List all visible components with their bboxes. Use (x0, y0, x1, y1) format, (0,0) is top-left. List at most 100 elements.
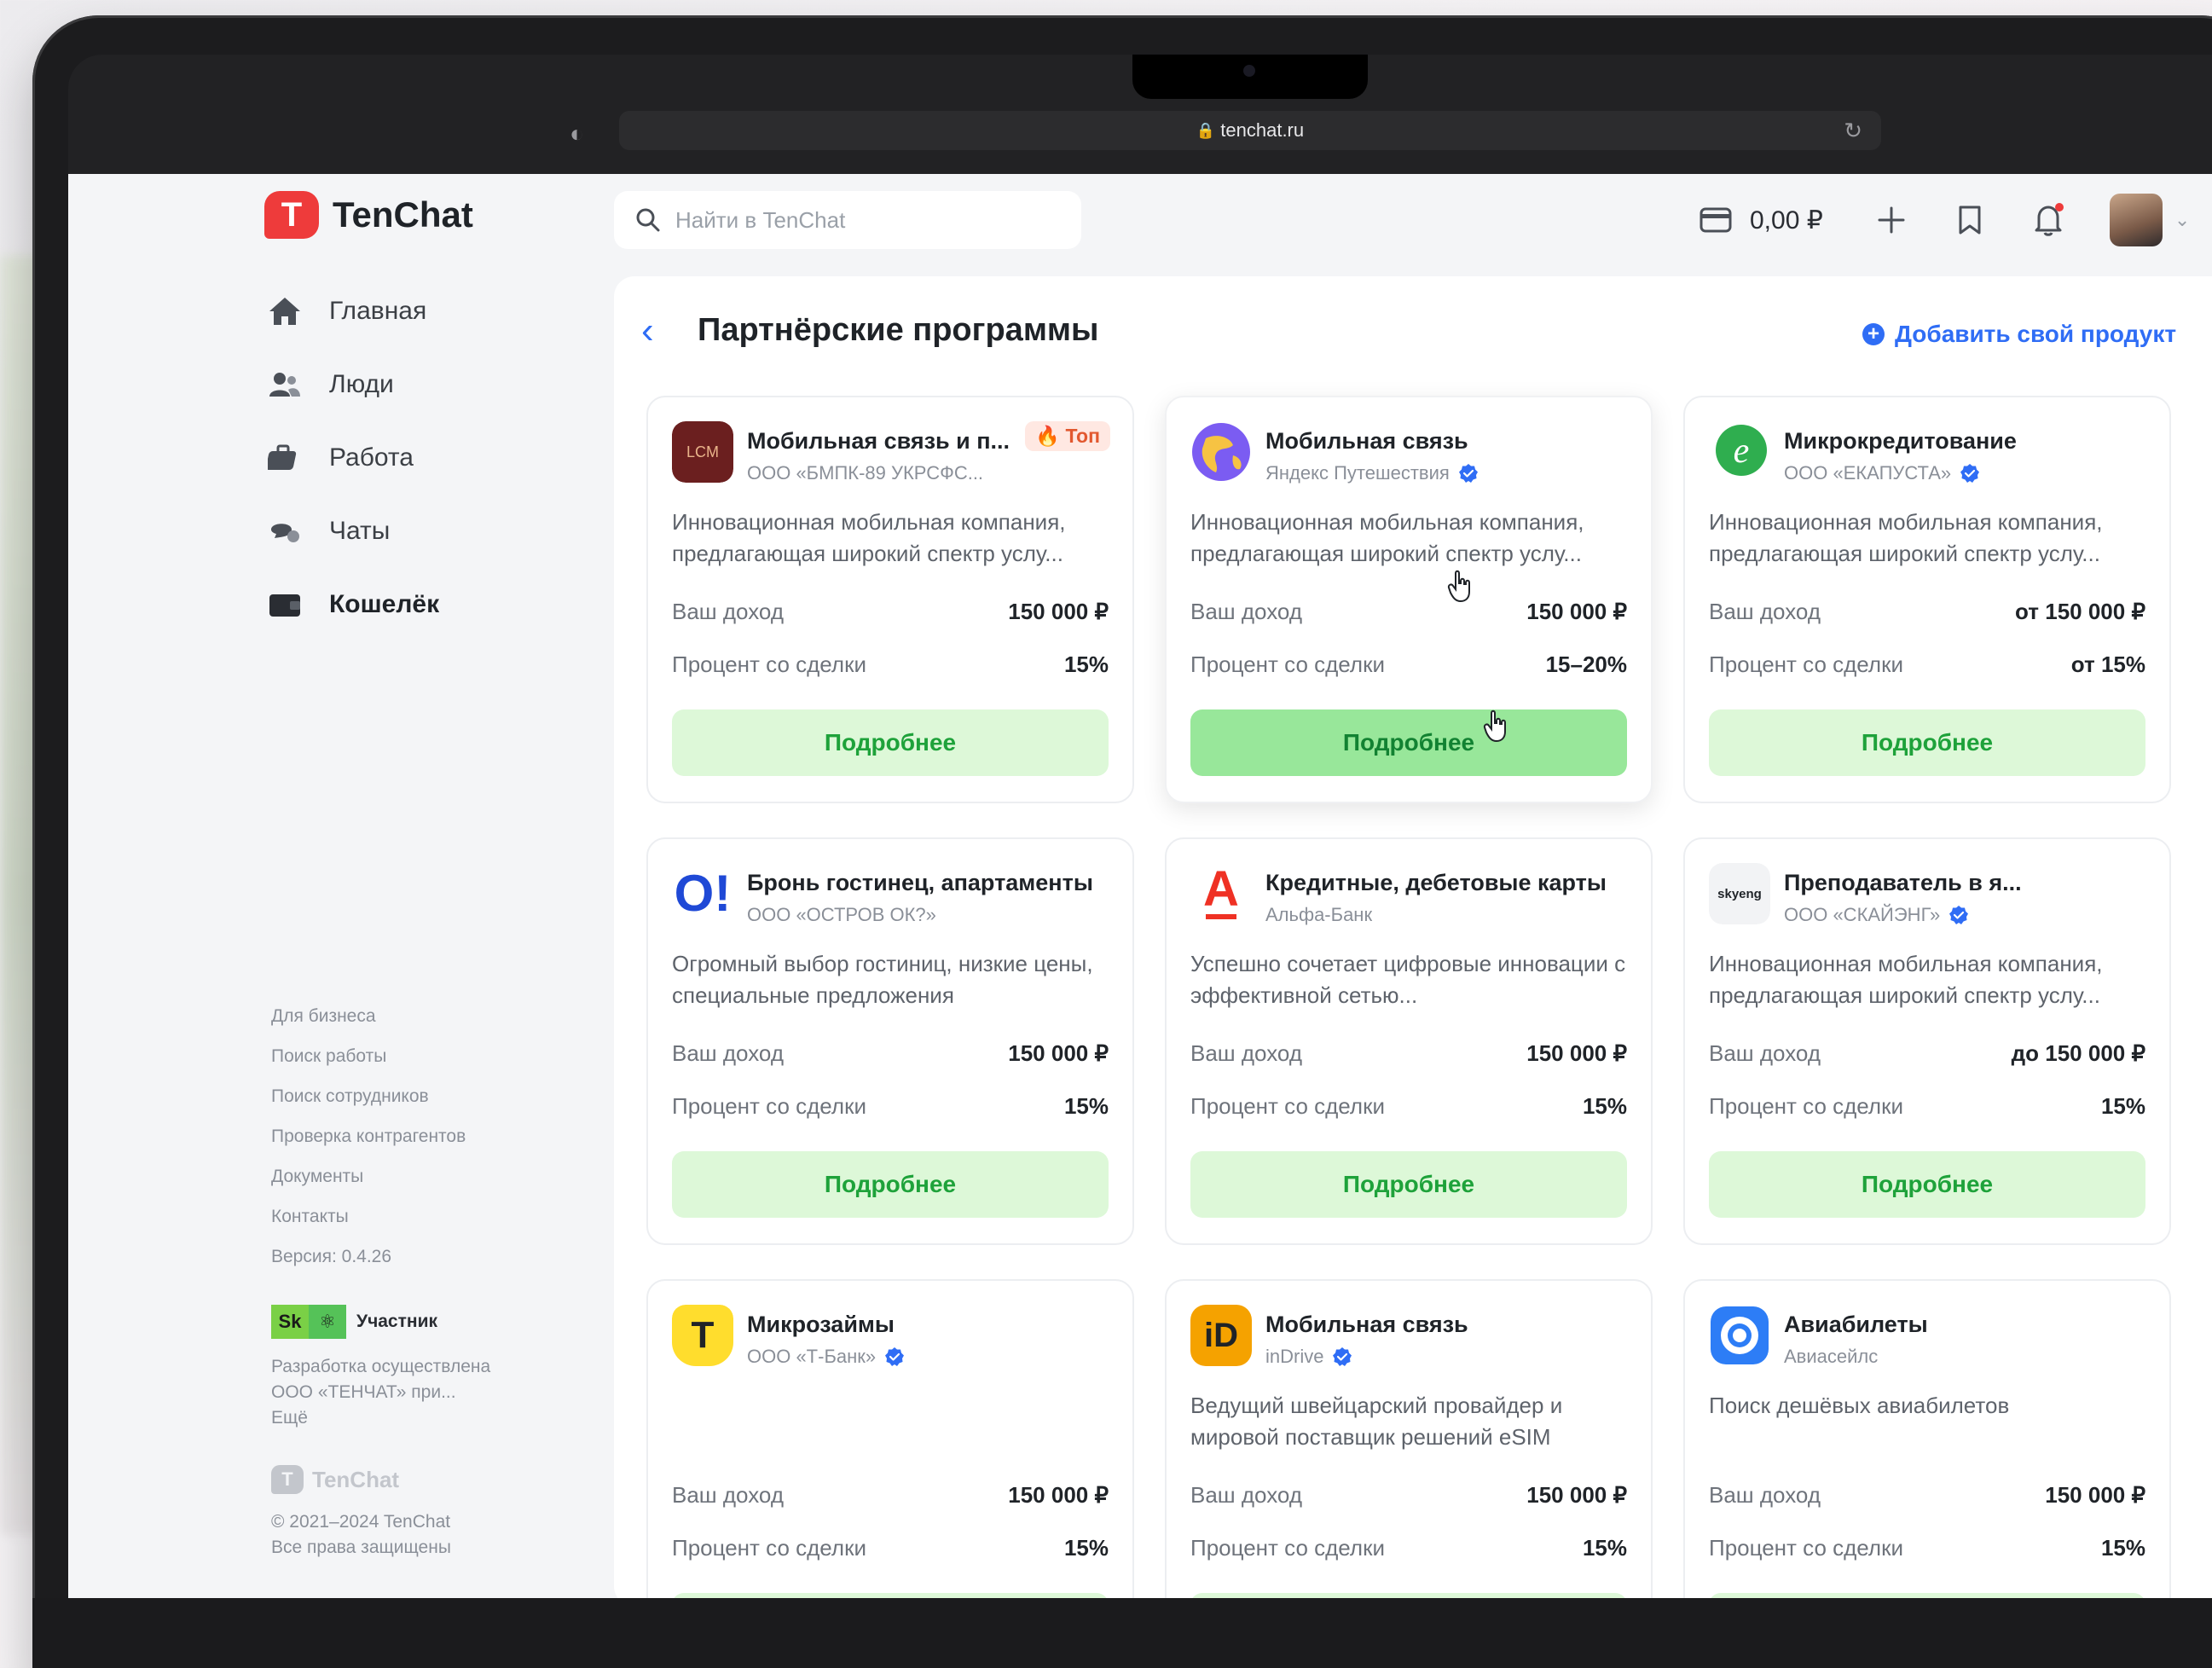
lock-icon: 🔒 (1196, 121, 1216, 139)
partner-card-title: Мобильная связь (1265, 1312, 1468, 1337)
work-icon (264, 437, 305, 478)
partner-logo (1190, 421, 1252, 483)
logo-mark: T (264, 191, 319, 239)
bookmark-icon[interactable] (1953, 203, 1987, 237)
footer-link-contacts[interactable]: Контакты (271, 1196, 466, 1237)
partner-card-title: Преподаватель в я... (1784, 870, 2022, 895)
top-badge: 🔥 Топ (1025, 421, 1110, 451)
partner-card[interactable]: Мобильная связь Яндекс Путешествия Инновац… (1165, 396, 1653, 803)
partner-description: Инновационная мобильная компания, предла… (1709, 509, 2103, 566)
tenchat-logo[interactable]: T TenChat (264, 191, 473, 239)
bell-icon[interactable] (2031, 203, 2065, 237)
sidebar-item-home[interactable]: Главная (264, 275, 439, 348)
footer-logo-text: TenChat (312, 1466, 400, 1492)
partner-card[interactable]: O! Бронь гостинец, апартаменты ООО «ОСТРОВ… (646, 837, 1134, 1245)
details-button[interactable]: Подробнее (1190, 1151, 1627, 1218)
partner-company-name: ООО «ОСТРОВ ОК?» (747, 904, 936, 925)
verified-icon (885, 1347, 905, 1366)
percent-label: Процент со сделки (1190, 652, 1385, 677)
partner-card-title: Мобильная связь и п... (747, 428, 1010, 454)
footer-link-staff-search[interactable]: Поиск сотрудников (271, 1076, 466, 1116)
skolkovo-badge: Sk ⚛ Участник (271, 1305, 437, 1339)
details-button[interactable]: Подробнее (672, 709, 1109, 776)
sidebar-item-work[interactable]: Работа (264, 421, 439, 495)
people-icon (264, 364, 305, 405)
sidebar-item-chats[interactable]: Чаты (264, 495, 439, 568)
details-button[interactable]: Подробнее (1709, 1151, 2145, 1218)
hand-cursor-icon (1447, 570, 1470, 603)
partner-company: Альфа-Банк (1265, 904, 1372, 926)
back-arrow-icon[interactable]: ‹ (641, 311, 675, 349)
partner-card-title: Кредитные, дебетовые карты (1265, 870, 1607, 895)
partner-card[interactable]: T Микрозаймы ООО «Т-Банк» Ваш доход 150 000 … (646, 1279, 1134, 1598)
partner-company-name: ООО «БМПК-89 УКРСФС... (747, 462, 984, 484)
logo-text: TenChat (333, 194, 473, 235)
percent-value: 15% (2100, 1093, 2145, 1119)
partner-company-name: inDrive (1265, 1346, 1324, 1367)
percent-row: Процент со сделки 15% (1709, 1093, 2145, 1120)
main-panel: ‹ Партнёрские программы + Добавить свой … (614, 276, 2212, 1598)
add-product-label: Добавить свой продукт (1895, 321, 2177, 347)
search-input[interactable] (675, 206, 1051, 234)
partner-company-name: Яндекс Путешествия (1265, 462, 1450, 484)
avatar[interactable] (2109, 194, 2163, 246)
sk-logo: Sk (271, 1305, 309, 1339)
sidebar-item-wallet[interactable]: Кошелёк (264, 568, 439, 641)
add-product-button[interactable]: + Добавить свой продукт (1862, 321, 2176, 348)
address-bar[interactable]: 🔒 tenchat.ru ↻ (619, 111, 1881, 150)
verified-icon (1949, 906, 1969, 924)
partner-company: Яндекс Путешествия (1265, 462, 1479, 484)
partner-card[interactable]: skyeng Преподаватель в я... ООО «СКАЙЭНГ» И… (1683, 837, 2171, 1245)
footer-link-documents[interactable]: Документы (271, 1156, 466, 1196)
camera-notch (1132, 55, 1368, 99)
income-value: 150 000 ₽ (1008, 599, 1109, 624)
url-text: tenchat.ru (1220, 119, 1305, 141)
partner-card[interactable]: A Кредитные, дебетовые карты Альфа-Банк Усп… (1165, 837, 1653, 1245)
plus-circle-icon: + (1862, 323, 1885, 345)
partner-card[interactable]: iD Мобильная связь inDrive Ведущий швейцарс… (1165, 1279, 1653, 1598)
partner-card-title: Микрозаймы (747, 1312, 895, 1337)
partner-card[interactable]: LCM Мобильная связь и п... ООО «БМПК-89 УК… (646, 396, 1134, 803)
income-label: Ваш доход (1709, 1482, 1821, 1508)
percent-label: Процент со сделки (1709, 1535, 1903, 1561)
percent-value: 15% (1063, 1093, 1109, 1119)
details-button[interactable]: Подробнее (672, 1151, 1109, 1218)
chevron-down-icon[interactable]: ⌄ (2174, 209, 2190, 231)
income-row: Ваш доход 150 000 ₽ (1190, 1482, 1627, 1509)
sidebar-item-people[interactable]: Люди (264, 348, 439, 421)
details-button[interactable]: Подробнее (1709, 709, 2145, 776)
income-row: Ваш доход 150 000 ₽ (672, 599, 1109, 625)
footer-link-counterparty-check[interactable]: Проверка контрагентов (271, 1116, 466, 1156)
percent-row: Процент со сделки 15% (1709, 1535, 2145, 1561)
percent-row: Процент со сделки 15% (1190, 1093, 1627, 1120)
add-icon[interactable] (1874, 203, 1908, 237)
partner-logo: T (672, 1305, 733, 1366)
app-screen: T TenChat Главная Люди Работа Чаты Кошел… (68, 174, 2212, 1598)
search-box[interactable] (614, 191, 1081, 249)
laptop-bottom-bezel (32, 1598, 2212, 1668)
dev-more-link[interactable]: Ещё (271, 1405, 561, 1431)
partner-card[interactable]: e Микрокредитование ООО «ЕКАПУСТА» Инноваци… (1683, 396, 2171, 803)
income-row: Ваш доход 150 000 ₽ (1709, 1482, 2145, 1509)
partner-logo: e (1709, 421, 1770, 483)
percent-row: Процент со сделки от 15% (1709, 652, 2145, 678)
income-label: Ваш доход (1190, 599, 1302, 624)
percent-value: 15% (2100, 1535, 2145, 1561)
footer-link-business[interactable]: Для бизнеса (271, 996, 466, 1036)
wallet-balance[interactable]: 0,00 ₽ (1699, 205, 1823, 235)
partner-company-name: ООО «ЕКАПУСТА» (1784, 462, 1952, 484)
footer-logo: T TenChat (271, 1465, 399, 1494)
partner-description: Успешно сочетает цифровые инновации с эф… (1190, 951, 1626, 1008)
income-value: 150 000 ₽ (1008, 1482, 1109, 1508)
footer-link-job-search[interactable]: Поиск работы (271, 1036, 466, 1076)
percent-label: Процент со сделки (1190, 1535, 1385, 1561)
partner-company-name: Альфа-Банк (1265, 904, 1373, 925)
reload-icon[interactable]: ↻ (1844, 118, 1862, 144)
hand-cursor-icon (1483, 709, 1506, 743)
partner-card[interactable]: Авиабилеты Авиасейлс Поиск дешёвых авиабил… (1683, 1279, 2171, 1598)
income-value: 150 000 ₽ (2045, 1482, 2145, 1508)
details-button[interactable]: Подробнее (1190, 709, 1627, 776)
privacy-shield-icon[interactable]: ◐ (570, 121, 592, 147)
dev-line-1: Разработка осуществлена (271, 1357, 491, 1376)
percent-label: Процент со сделки (1190, 1093, 1385, 1119)
